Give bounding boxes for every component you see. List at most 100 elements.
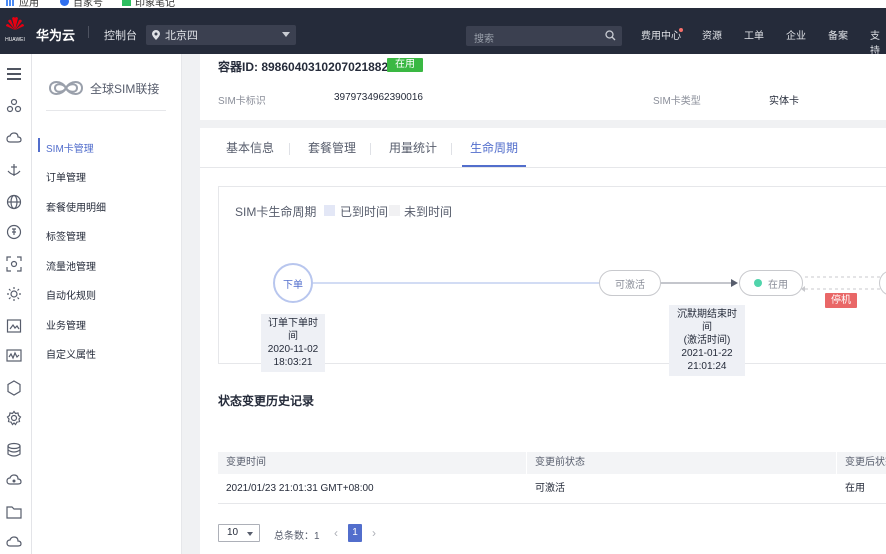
image-icon[interactable] bbox=[6, 318, 22, 334]
node-order-placed[interactable]: 下单 bbox=[273, 263, 313, 303]
tip-order-date: 2020-11-02 bbox=[267, 344, 319, 355]
next-page-icon[interactable]: › bbox=[372, 526, 376, 540]
page-number-current[interactable]: 1 bbox=[348, 524, 362, 542]
menu-tag-management[interactable]: 标签管理 bbox=[46, 228, 86, 243]
menu-sim-card-management[interactable]: SIM卡管理 bbox=[46, 140, 94, 155]
huawei-logo[interactable]: HUAWEI bbox=[4, 14, 26, 48]
apps-grid-icon bbox=[6, 0, 15, 6]
nav-tickets[interactable]: 工单 bbox=[744, 27, 764, 42]
stopped-tag[interactable]: 停机 bbox=[825, 293, 857, 308]
paw-icon bbox=[60, 0, 69, 6]
location-pin-icon bbox=[152, 30, 160, 40]
svg-text:HUAWEI: HUAWEI bbox=[5, 37, 25, 43]
hamburger-menu-icon[interactable] bbox=[6, 66, 22, 82]
globe-icon[interactable] bbox=[6, 194, 22, 210]
brand-name[interactable]: 华为云 bbox=[36, 25, 75, 44]
total-value: 1 bbox=[314, 531, 320, 542]
tip-order-clock: 18:03:21 bbox=[273, 357, 313, 368]
cell-after-status: 在用 bbox=[837, 474, 886, 504]
node-in-use[interactable]: 在用 bbox=[739, 270, 803, 296]
sim-type-label: SIM卡类型 bbox=[653, 96, 701, 107]
node-activatable[interactable]: 可激活 bbox=[599, 270, 661, 296]
active-tab-underline bbox=[462, 165, 526, 167]
gear-cluster-icon[interactable] bbox=[6, 286, 22, 302]
tab-divider bbox=[370, 143, 371, 155]
evernote-icon bbox=[122, 0, 131, 6]
tip-order-label: 订单下单时间 bbox=[268, 318, 318, 342]
service-rail bbox=[0, 54, 32, 554]
active-indicator bbox=[38, 138, 40, 152]
cloud-icon[interactable] bbox=[6, 130, 22, 146]
tab-package-management[interactable]: 套餐管理 bbox=[308, 139, 356, 156]
console-link[interactable]: 控制台 bbox=[104, 27, 137, 43]
history-title: 状态变更历史记录 bbox=[218, 394, 315, 408]
bookmarks-bar: 应用 百家号 印象笔记 bbox=[0, 0, 886, 8]
cloud-link-icon[interactable] bbox=[6, 534, 22, 550]
region-selector[interactable]: 北京四 bbox=[146, 25, 296, 45]
tab-divider bbox=[289, 143, 290, 155]
top-nav: HUAWEI 华为云 控制台 北京四 搜索 费用中心 资源 工单 企业 备案 支… bbox=[0, 8, 886, 57]
monitor-wave-icon[interactable] bbox=[6, 348, 22, 364]
menu-package-usage-details[interactable]: 套餐使用明细 bbox=[46, 199, 106, 214]
menu-automation-rules[interactable]: 自动化规则 bbox=[46, 287, 96, 302]
tip-activation-label: 沉默期结束时间 bbox=[677, 309, 737, 333]
menu-order-management[interactable]: 订单管理 bbox=[46, 169, 86, 184]
chevron-down-icon bbox=[247, 532, 253, 536]
menu-custom-attributes[interactable]: 自定义属性 bbox=[46, 346, 96, 361]
tip-activation-time: 沉默期结束时间 (激活时间) 2021-01-22 21:01:24 bbox=[669, 305, 745, 376]
nav-support[interactable]: 支持 bbox=[870, 27, 886, 57]
tab-divider bbox=[451, 143, 452, 155]
folder-icon[interactable] bbox=[6, 504, 22, 520]
scan-icon[interactable] bbox=[6, 256, 22, 272]
anchor-icon[interactable] bbox=[6, 162, 22, 178]
total-count: 总条数：1 bbox=[274, 527, 320, 542]
cloud-settings-icon[interactable] bbox=[6, 472, 22, 488]
pagination: 10 总条数：1 ‹ 1 › bbox=[218, 524, 518, 544]
sidebar-divider bbox=[46, 110, 166, 111]
total-label: 总条数： bbox=[274, 531, 314, 542]
menu-traffic-pool-management[interactable]: 流量池管理 bbox=[46, 258, 96, 273]
cell-change-time: 2021/01/23 21:01:31 GMT+08:00 bbox=[218, 474, 527, 504]
bookmark-apps[interactable]: 应用 bbox=[6, 0, 39, 8]
tip-order-time: 订单下单时间 2020-11-02 18:03:21 bbox=[261, 314, 325, 372]
database-icon[interactable] bbox=[6, 442, 22, 458]
bookmark-baijiahao[interactable]: 百家号 bbox=[60, 0, 103, 8]
region-label: 北京四 bbox=[165, 30, 198, 42]
sim-detail-header: 容器ID: 89860403102070218828 在用 SIM卡标识 397… bbox=[200, 54, 886, 120]
col-after-status[interactable]: 变更后状态 bbox=[837, 452, 886, 474]
sim-id-value: 3979734962390016 bbox=[334, 92, 423, 103]
search-input[interactable]: 搜索 bbox=[466, 26, 622, 46]
status-badge: 在用 bbox=[387, 58, 423, 72]
settings-icon[interactable] bbox=[6, 410, 22, 426]
nodes-icon[interactable] bbox=[6, 98, 22, 114]
product-sidebar: 全球SIM联接 SIM卡管理 订单管理 套餐使用明细 标签管理 流量池管理 自动… bbox=[32, 54, 182, 554]
tab-basic-info[interactable]: 基本信息 bbox=[226, 139, 274, 156]
cell-before-status: 可激活 bbox=[527, 474, 837, 504]
tip-activation-date: 2021-01-22 bbox=[681, 348, 733, 359]
col-before-status[interactable]: 变更前状态 bbox=[527, 452, 837, 474]
hexagon-icon[interactable] bbox=[6, 380, 22, 396]
page-size-value: 10 bbox=[227, 527, 239, 538]
sim-type-value: 实体卡 bbox=[769, 96, 799, 107]
col-change-time[interactable]: 变更时间 bbox=[218, 452, 527, 474]
page-size-select[interactable]: 10 bbox=[218, 524, 260, 542]
tip-activation-sub: (激活时间) bbox=[683, 335, 731, 346]
nav-billing-center[interactable]: 费用中心 bbox=[641, 27, 681, 42]
nav-resources[interactable]: 资源 bbox=[702, 27, 722, 42]
nav-enterprise[interactable]: 企业 bbox=[786, 27, 806, 42]
search-placeholder: 搜索 bbox=[474, 34, 494, 45]
coin-icon[interactable] bbox=[6, 224, 22, 240]
menu-business-management[interactable]: 业务管理 bbox=[46, 317, 86, 332]
main-card: 基本信息 套餐管理 用量统计 生命周期 SIM卡生命周期 已到时间 未到时间 下… bbox=[200, 128, 886, 554]
tab-usage-statistics[interactable]: 用量统计 bbox=[389, 139, 437, 156]
global-sim-logo-icon bbox=[48, 81, 84, 95]
prev-page-icon[interactable]: ‹ bbox=[334, 526, 338, 540]
notification-dot bbox=[679, 28, 683, 32]
product-title: 全球SIM联接 bbox=[90, 82, 160, 96]
nav-filing[interactable]: 备案 bbox=[828, 27, 848, 42]
tab-lifecycle[interactable]: 生命周期 bbox=[470, 139, 518, 156]
node-in-use-label: 在用 bbox=[768, 279, 788, 291]
bookmark-evernote[interactable]: 印象笔记 bbox=[122, 0, 175, 8]
lifecycle-panel: SIM卡生命周期 已到时间 未到时间 下单 订单下单时间 2020-11-02 … bbox=[218, 186, 886, 376]
search-icon[interactable] bbox=[605, 30, 616, 41]
